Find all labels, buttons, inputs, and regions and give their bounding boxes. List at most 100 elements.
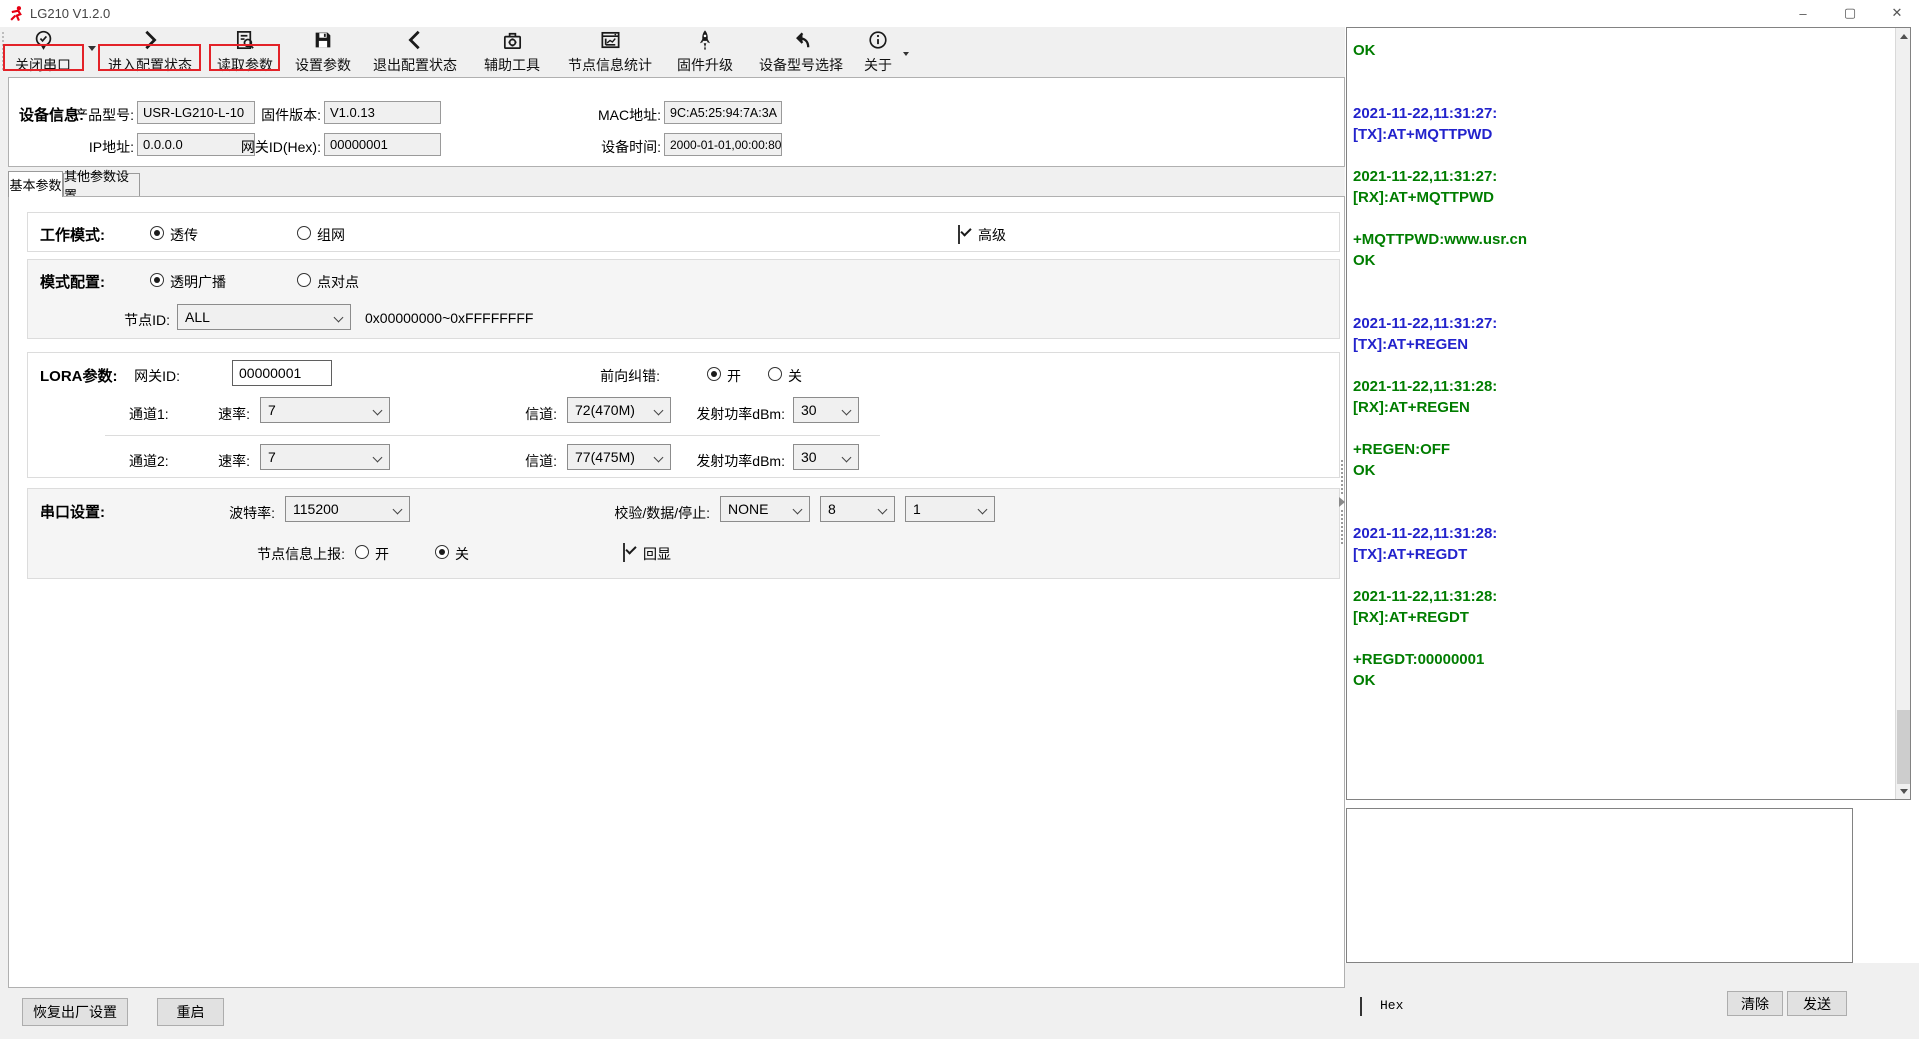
toolbar-device-model-button[interactable]: 设备型号选择 [756,28,846,74]
floppy-save-icon [312,28,334,52]
channel1-power-dropdown[interactable]: 30 [793,397,859,423]
network-mode-label: 组网 [317,225,345,245]
channel1-channel-value: 72(470M) [575,402,635,418]
baud-rate-label: 波特率: [215,503,275,523]
minimize-button[interactable]: – [1786,0,1820,26]
work-mode-section: 工作模式: 透传 组网 高级 [27,212,1340,252]
toolbar-about-button[interactable]: 关于 [862,28,894,74]
node-id-label: 节点ID: [115,310,170,330]
splitter-expand-icon [1339,497,1345,507]
channel2-rate-dropdown[interactable]: 7 [260,444,390,470]
chevron-down-icon [373,406,383,416]
log-scrollbar[interactable] [1895,28,1910,799]
scroll-down-icon[interactable] [1896,783,1911,799]
toolbar-label: 退出配置状态 [373,56,457,74]
dropdown-caret-icon[interactable] [903,52,909,56]
firmware-version-field[interactable]: V1.0.13 [324,101,441,124]
close-button[interactable]: ✕ [1880,0,1914,26]
log-panel[interactable]: OK 2021-11-22,11:31:27:[TX]:AT+MQTTPWD 2… [1346,27,1911,800]
toolbar-aux-tools-button[interactable]: 辅助工具 [481,28,543,74]
scroll-up-icon[interactable] [1896,28,1911,44]
restart-button[interactable]: 重启 [157,998,224,1026]
product-model-field[interactable]: USR-LG210-L-10 [137,101,255,124]
send-button[interactable]: 发送 [1787,991,1847,1016]
gateway-id-hex-field[interactable]: 00000001 [324,133,441,156]
p2p-radio[interactable] [297,273,311,287]
log-line: OK [1353,460,1892,481]
window-title: LG210 V1.2.0 [30,6,110,21]
tab-other-params[interactable]: 其他参数设置 [63,173,140,197]
log-line: +MQTTPWD:www.usr.cn [1353,229,1892,250]
node-report-on-radio[interactable] [355,545,369,559]
dropdown-caret-icon[interactable] [88,46,96,51]
rate-label: 速率: [210,451,250,471]
channel2-label: 通道2: [129,451,169,471]
toolbar-exit-config-button[interactable]: 退出配置状态 [370,28,460,74]
transparent-mode-radio[interactable] [150,226,164,240]
device-time-field[interactable]: 2000-01-01,00:00:80 [664,133,782,156]
tab-basic-params[interactable]: 基本参数 [8,171,63,197]
parity-dropdown[interactable]: NONE [720,496,810,522]
log-line [1353,565,1892,586]
mode-config-section: 模式配置: 透明广播 点对点 节点ID: ALL 0x00000000~0xFF… [27,259,1340,339]
lora-params-title: LORA参数: [40,365,118,386]
node-id-dropdown[interactable]: ALL [177,304,351,330]
log-line: +REGDT:00000001 [1353,649,1892,670]
log-line: 2021-11-22,11:31:27: [1353,103,1892,124]
log-line: [TX]:AT+REGDT [1353,544,1892,565]
mac-address-field[interactable]: 9C:A5:25:94:7A:3A [664,101,782,124]
baud-rate-dropdown[interactable]: 115200 [285,496,410,522]
clear-button[interactable]: 清除 [1727,991,1783,1016]
hex-checkbox[interactable] [1360,997,1362,1016]
power-label: 发射功率dBm: [675,404,785,424]
log-line: [RX]:AT+REGDT [1353,607,1892,628]
log-line: OK [1353,670,1892,691]
toolbar-node-stats-button[interactable]: 节点信息统计 [565,28,655,74]
chevron-down-icon [654,406,664,416]
channel1-channel-dropdown[interactable]: 72(470M) [567,397,671,423]
chevron-down-icon [393,505,403,515]
advanced-checkbox[interactable] [958,225,960,244]
baud-rate-value: 115200 [293,501,339,517]
maximize-button[interactable]: ▢ [1833,0,1867,26]
toolbar-label: 辅助工具 [484,56,540,74]
node-report-off-radio[interactable] [435,545,449,559]
lora-params-section: LORA参数: 网关ID: 00000001 前向纠错: 开 关 通道1: 速率… [27,352,1340,478]
channel2-channel-value: 77(475M) [575,449,635,465]
firmware-version-label: 固件版本: [249,105,321,125]
channel2-power-dropdown[interactable]: 30 [793,444,859,470]
data-bits-value: 8 [828,501,836,517]
log-line [1353,355,1892,376]
chevron-down-icon [373,453,383,463]
info-icon [867,28,889,52]
node-id-value: ALL [185,309,210,325]
lora-gateway-id-input[interactable]: 00000001 [232,360,332,386]
toolbar-firmware-upgrade-button[interactable]: 固件升级 [674,28,736,74]
send-input-panel[interactable] [1346,808,1853,963]
log-line [1353,418,1892,439]
scrollbar-thumb[interactable] [1897,710,1910,784]
log-line: OK [1353,250,1892,271]
parity-value: NONE [728,501,768,517]
fec-off-radio[interactable] [768,367,782,381]
channel-label: 信道: [517,404,557,424]
hex-label: Hex [1380,998,1403,1013]
channel2-channel-dropdown[interactable]: 77(475M) [567,444,671,470]
channel1-rate-dropdown[interactable]: 7 [260,397,390,423]
chevron-down-icon [842,453,852,463]
node-report-on-label: 开 [375,544,389,564]
echo-checkbox[interactable] [623,543,625,562]
fec-off-label: 关 [788,366,802,386]
fec-on-radio[interactable] [707,367,721,381]
send-input[interactable] [1347,809,1852,962]
toolbox-icon [501,28,524,52]
data-bits-dropdown[interactable]: 8 [820,496,895,522]
network-mode-radio[interactable] [297,226,311,240]
parity-data-stop-label: 校验/数据/停止: [600,503,710,523]
stop-bits-value: 1 [913,501,921,517]
channel1-power-value: 30 [801,402,817,418]
factory-reset-button[interactable]: 恢复出厂设置 [22,998,128,1026]
toolbar-set-params-button[interactable]: 设置参数 [292,28,354,74]
broadcast-radio[interactable] [150,273,164,287]
stop-bits-dropdown[interactable]: 1 [905,496,995,522]
